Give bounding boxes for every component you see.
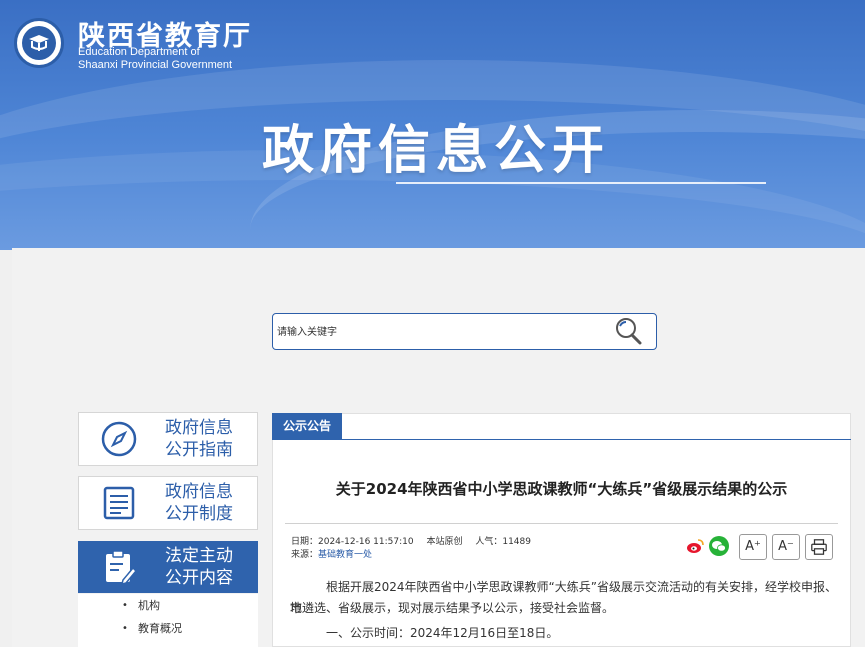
printer-icon — [811, 539, 827, 555]
sidebar-item-guide[interactable]: 政府信息 公开指南 — [78, 412, 258, 466]
article-divider — [285, 523, 838, 524]
compass-icon — [101, 421, 137, 457]
article-date: 日期：2024-12-16 11:57:10 — [291, 537, 414, 547]
article-title: 关于2024年陕西省中小学思政课教师“大练兵”省级展示结果的公示 — [335, 480, 788, 498]
sidebar-item-label: 政府信息 公开指南 — [165, 417, 233, 461]
sidebar-item-label-line2: 公开指南 — [165, 440, 233, 460]
search-icon[interactable] — [612, 315, 646, 347]
sidebar-item-label-line1: 法定主动 — [165, 546, 233, 566]
sidebar-item-label-line1: 政府信息 — [165, 418, 233, 438]
department-logo-icon[interactable] — [14, 18, 64, 68]
sidebar-subitem-org[interactable]: 机构 — [78, 594, 258, 617]
font-decrease-button[interactable]: A⁻ — [772, 534, 800, 560]
font-increase-button[interactable]: A⁺ — [739, 534, 767, 560]
sidebar-submenu: 机构 教育概况 — [78, 594, 258, 647]
wechat-share-icon[interactable] — [709, 536, 729, 556]
sidebar-item-label-line2: 公开内容 — [165, 568, 233, 588]
header-banner: 陕西省教育厅 Education Department of Shaanxi P… — [0, 0, 865, 250]
banner-underline — [396, 182, 766, 184]
search-input[interactable] — [277, 322, 597, 342]
article-paragraph: 市遴选、省级展示，现对展示结果予以公示，接受社会监督。 — [290, 598, 838, 619]
sidebar-item-content[interactable]: 法定主动 公开内容 — [78, 541, 258, 593]
search-box[interactable] — [272, 313, 657, 350]
sidebar-item-label: 政府信息 公开制度 — [165, 481, 233, 525]
article-views: 人气：11489 — [475, 537, 531, 547]
article-origin: 本站原创 — [426, 537, 463, 547]
department-name-en-line2: Shaanxi Provincial Government — [78, 59, 233, 71]
article-paragraph: 一、公示时间：2024年12月16日至18日。 — [326, 626, 559, 640]
sidebar-subitem-overview[interactable]: 教育概况 — [78, 617, 258, 640]
department-name-en-line1: Education Department of — [78, 46, 200, 58]
article-meta: 日期：2024-12-16 11:57:10 本站原创 人气：11489 — [291, 534, 541, 547]
sidebar-item-label-line2: 公开制度 — [165, 504, 233, 524]
sidebar-item-label: 法定主动 公开内容 — [165, 545, 233, 589]
article-source-link[interactable]: 基础教育一处 — [318, 550, 372, 560]
article-paragraph-line: 市遴选、省级展示，现对展示结果予以公示，接受社会监督。 — [290, 601, 615, 615]
weibo-share-icon[interactable] — [685, 536, 705, 556]
list-document-icon — [103, 486, 135, 520]
section-tag-underline — [342, 439, 851, 440]
sidebar-item-label-line1: 政府信息 — [165, 482, 233, 502]
article-source-label: 来源： — [291, 550, 319, 560]
article-source: 来源：基础教育一处 — [291, 547, 372, 560]
clipboard-edit-icon — [106, 550, 138, 586]
department-name-en: Education Department of Shaanxi Provinci… — [78, 46, 232, 72]
print-button[interactable] — [805, 534, 833, 560]
section-tag[interactable]: 公示公告 — [272, 413, 342, 440]
sidebar-item-system[interactable]: 政府信息 公开制度 — [78, 476, 258, 530]
banner-title: 政府信息公开 — [262, 121, 611, 181]
